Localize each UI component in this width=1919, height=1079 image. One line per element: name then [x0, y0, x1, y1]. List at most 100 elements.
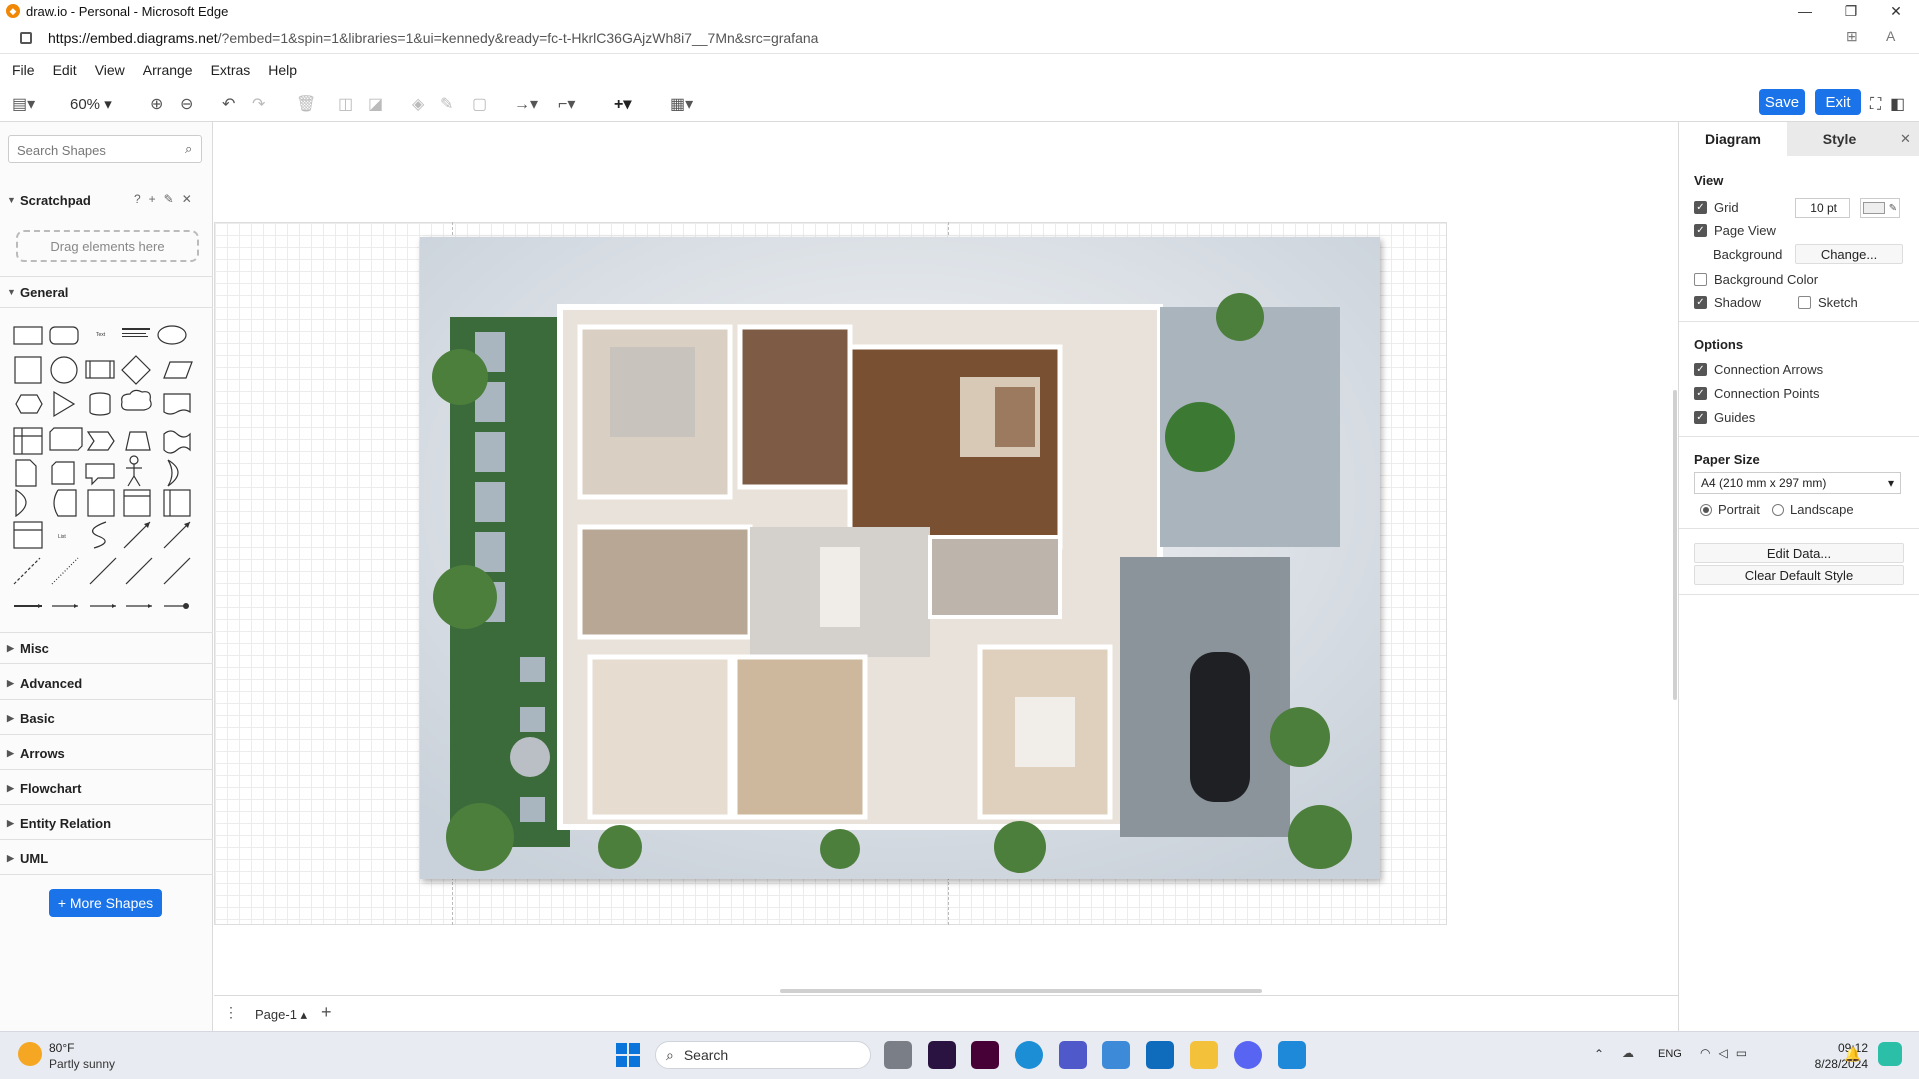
- language-indicator[interactable]: ENG: [1658, 1048, 1682, 1060]
- app-available-icon[interactable]: ⊞: [1846, 28, 1858, 45]
- waypoints-icon[interactable]: ⌐▾: [558, 94, 575, 116]
- network-sound-battery-icons[interactable]: ◠◁▭: [1700, 1046, 1755, 1060]
- scratchpad-dropzone[interactable]: Drag elements here: [16, 230, 199, 262]
- menu-view[interactable]: View: [95, 62, 125, 78]
- taskbar-search[interactable]: ⌕ Search: [655, 1041, 871, 1069]
- edit-data-button[interactable]: Edit Data...: [1694, 543, 1904, 563]
- task-view-icon[interactable]: [884, 1041, 912, 1069]
- insert-icon[interactable]: +▾: [614, 94, 631, 116]
- pages-menu-icon[interactable]: ⋮: [224, 1004, 238, 1021]
- sketch-checkbox[interactable]: Sketch: [1798, 295, 1858, 310]
- xd-icon[interactable]: [971, 1041, 999, 1069]
- store-icon[interactable]: [1102, 1041, 1130, 1069]
- notifications-bell-icon[interactable]: 🔔: [1844, 1046, 1861, 1063]
- fill-color-icon[interactable]: ◈: [412, 94, 424, 116]
- vscode-icon[interactable]: [1278, 1041, 1306, 1069]
- checkbox-checked-icon[interactable]: ✓: [1694, 387, 1707, 400]
- discord-icon[interactable]: [1234, 1041, 1262, 1069]
- portrait-radio[interactable]: Portrait: [1700, 502, 1760, 517]
- guides-checkbox[interactable]: ✓ Guides: [1694, 410, 1755, 425]
- clear-default-style-button[interactable]: Clear Default Style: [1694, 565, 1904, 585]
- flowchart-section-header[interactable]: ▶ Flowchart: [0, 773, 213, 805]
- checkbox-checked-icon[interactable]: ✓: [1694, 224, 1707, 237]
- line-color-icon[interactable]: ✎: [440, 94, 453, 116]
- connection-points-checkbox[interactable]: ✓ Connection Points: [1694, 386, 1820, 401]
- grid-color-picker[interactable]: ✎: [1860, 198, 1900, 218]
- windows-start-icon[interactable]: [616, 1043, 640, 1067]
- format-panel-toggle-icon[interactable]: ◧: [1890, 94, 1905, 116]
- search-shapes-input[interactable]: Search Shapes: [8, 135, 202, 163]
- menu-file[interactable]: File: [12, 62, 35, 78]
- arrows-section-header[interactable]: ▶ Arrows: [0, 738, 213, 770]
- basic-section-header[interactable]: ▶ Basic: [0, 703, 213, 735]
- url-text[interactable]: https://embed.diagrams.net/?embed=1&spin…: [48, 30, 818, 46]
- menu-extras[interactable]: Extras: [211, 62, 251, 78]
- mail-icon[interactable]: [1146, 1041, 1174, 1069]
- redo-icon[interactable]: ↷: [252, 94, 265, 116]
- page-tab-page-1[interactable]: Page-1 ▴: [255, 1007, 307, 1023]
- teams-icon[interactable]: [1059, 1041, 1087, 1069]
- grid-checkbox[interactable]: ✓ Grid: [1694, 200, 1739, 215]
- shadow-icon[interactable]: ▢: [472, 94, 487, 116]
- panel-toggle-icon[interactable]: ▤▾: [12, 94, 35, 116]
- connection-arrows-checkbox[interactable]: ✓ Connection Arrows: [1694, 362, 1823, 377]
- checkbox-checked-icon[interactable]: ✓: [1694, 411, 1707, 424]
- edge-icon[interactable]: [1015, 1041, 1043, 1069]
- onedrive-icon[interactable]: ☁: [1622, 1046, 1634, 1060]
- tab-style[interactable]: Style: [1787, 122, 1892, 156]
- weather-temp[interactable]: 80°F: [49, 1041, 74, 1055]
- grid-size-input[interactable]: 10 pt: [1795, 198, 1850, 218]
- weather-desc[interactable]: Partly sunny: [49, 1057, 115, 1071]
- weather-sun-icon[interactable]: [18, 1042, 42, 1066]
- floor-plan-image[interactable]: [420, 237, 1380, 879]
- tray-chevron-icon[interactable]: ⌃: [1594, 1047, 1604, 1061]
- delete-icon[interactable]: 🗑: [296, 94, 316, 116]
- zoom-out-icon[interactable]: ⊖: [180, 94, 193, 116]
- general-section-header[interactable]: ▼ General: [0, 276, 213, 308]
- page-view-checkbox[interactable]: ✓ Page View: [1694, 223, 1776, 238]
- undo-icon[interactable]: ↶: [222, 94, 235, 116]
- exit-button[interactable]: Exit: [1815, 89, 1861, 115]
- change-background-button[interactable]: Change...: [1795, 244, 1903, 264]
- entity-relation-section-header[interactable]: ▶ Entity Relation: [0, 808, 213, 840]
- uml-section-header[interactable]: ▶ UML: [0, 843, 213, 875]
- more-shapes-button[interactable]: + More Shapes: [49, 889, 162, 917]
- background-color-checkbox[interactable]: Background Color: [1694, 272, 1818, 287]
- menu-arrange[interactable]: Arrange: [143, 62, 193, 78]
- read-aloud-icon[interactable]: A: [1886, 28, 1895, 44]
- search-icon[interactable]: ⌕: [185, 141, 192, 157]
- to-front-icon[interactable]: ◫: [338, 94, 353, 116]
- checkbox-unchecked-icon[interactable]: [1694, 273, 1707, 286]
- tab-diagram[interactable]: Diagram: [1679, 122, 1787, 156]
- checkbox-checked-icon[interactable]: ✓: [1694, 296, 1707, 309]
- file-explorer-icon[interactable]: [1190, 1041, 1218, 1069]
- checkbox-checked-icon[interactable]: ✓: [1694, 201, 1707, 214]
- connection-icon[interactable]: →▾: [514, 94, 538, 116]
- table-icon[interactable]: ▦▾: [670, 94, 693, 116]
- copilot-icon[interactable]: [1878, 1042, 1902, 1066]
- save-button[interactable]: Save: [1759, 89, 1805, 115]
- maximize-icon[interactable]: ❐: [1828, 0, 1874, 22]
- general-shapes-grid[interactable]: Text List: [8, 316, 208, 616]
- shadow-checkbox[interactable]: ✓ Shadow: [1694, 295, 1761, 310]
- fullscreen-icon[interactable]: ⛶: [1870, 94, 1881, 116]
- premiere-icon[interactable]: [928, 1041, 956, 1069]
- scratchpad-actions[interactable]: ?+✎✕: [134, 192, 200, 206]
- horizontal-scrollbar[interactable]: [780, 989, 1262, 993]
- landscape-radio[interactable]: Landscape: [1772, 502, 1854, 517]
- to-back-icon[interactable]: ◪: [368, 94, 383, 116]
- add-page-icon[interactable]: +: [321, 1002, 332, 1023]
- zoom-in-icon[interactable]: ⊕: [150, 94, 163, 116]
- paper-size-select[interactable]: A4 (210 mm x 297 mm) ▾: [1694, 472, 1901, 494]
- menu-edit[interactable]: Edit: [53, 62, 77, 78]
- checkbox-unchecked-icon[interactable]: [1798, 296, 1811, 309]
- misc-section-header[interactable]: ▶ Misc: [0, 632, 213, 664]
- close-panel-icon[interactable]: ✕: [1892, 122, 1919, 156]
- zoom-select[interactable]: 60% ▾: [70, 94, 112, 116]
- close-icon[interactable]: ✕: [1873, 0, 1919, 22]
- address-bar[interactable]: https://embed.diagrams.net/?embed=1&spin…: [0, 22, 1919, 54]
- checkbox-checked-icon[interactable]: ✓: [1694, 363, 1707, 376]
- minimize-icon[interactable]: —: [1782, 0, 1828, 22]
- vertical-scrollbar[interactable]: [1673, 390, 1677, 700]
- advanced-section-header[interactable]: ▶ Advanced: [0, 668, 213, 700]
